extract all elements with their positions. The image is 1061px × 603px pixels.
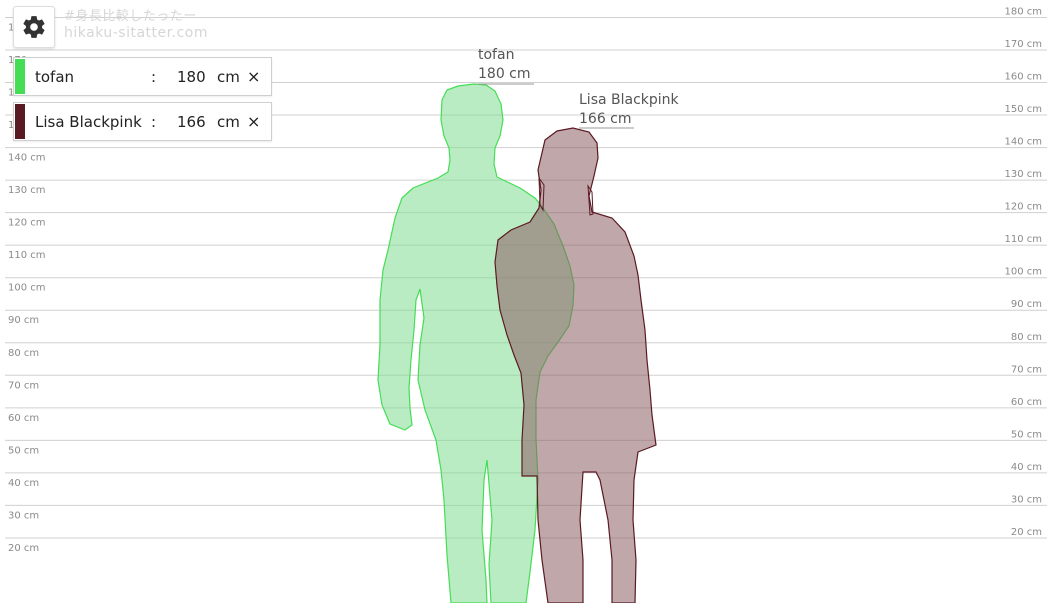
tick-label-right-20: 20 cm (1011, 527, 1042, 538)
tick-label-left-80: 80 cm (8, 348, 39, 359)
tick-label-left-130: 130 cm (8, 185, 46, 196)
entry-name-tofan[interactable]: tofan (35, 68, 74, 86)
tick-label-right-40: 40 cm (1011, 462, 1042, 473)
logo-title: #身長比較したったー (64, 9, 197, 24)
tick-label-left-90: 90 cm (8, 315, 39, 326)
color-swatch-tofan[interactable] (15, 59, 25, 94)
tick-label-right-60: 60 cm (1011, 397, 1042, 408)
tick-label-left-120: 120 cm (8, 218, 46, 229)
entry-height-tofan[interactable]: 180 (177, 68, 206, 86)
tick-label-left-60: 60 cm (8, 413, 39, 424)
tick-label-right-170: 170 cm (1004, 39, 1042, 50)
entry-lisa-blackpink[interactable]: Lisa Blackpink : 166 cm × (13, 102, 272, 141)
tick-label-right-80: 80 cm (1011, 332, 1042, 343)
entry-unit: cm (217, 68, 240, 86)
height-comparison-stage: 20 cm 20 cm 30 cm 30 cm 40 cm 40 cm 50 cm 50 cm… (0, 0, 1061, 603)
tick-label-left-20: 20 cm (8, 543, 39, 554)
settings-button[interactable] (13, 6, 55, 48)
tick-label-right-90: 90 cm (1011, 299, 1042, 310)
tick-label-right-160: 160 cm (1004, 72, 1042, 83)
tick-label-left-70: 70 cm (8, 380, 39, 391)
tick-label-left-140: 140 cm (8, 153, 46, 164)
tick-label-left-190: 190 cm (8, 0, 46, 1)
close-icon[interactable]: × (247, 112, 260, 131)
label-lisa-height: 166 cm (579, 111, 632, 127)
tick-label-left-110: 110 cm (8, 250, 46, 261)
tick-label-right-110: 110 cm (1004, 234, 1042, 245)
tick-label-left-30: 30 cm (8, 510, 39, 521)
tick-label-left-40: 40 cm (8, 478, 39, 489)
tick-label-right-70: 70 cm (1011, 364, 1042, 375)
entry-tofan[interactable]: tofan : 180 cm × (13, 57, 272, 96)
entry-separator: : (151, 113, 157, 131)
tick-label-right-30: 30 cm (1011, 494, 1042, 505)
tick-label-left-100: 100 cm (8, 283, 46, 294)
tick-label-right-150: 150 cm (1004, 104, 1042, 115)
gear-icon (23, 16, 45, 38)
label-tofan: tofan 180 cm (478, 47, 534, 85)
tick-label-right-100: 100 cm (1004, 267, 1042, 278)
color-swatch-lisa-blackpink[interactable] (15, 104, 25, 139)
close-icon[interactable]: × (247, 67, 260, 86)
tick-label-left-50: 50 cm (8, 445, 39, 456)
tick-label-right-50: 50 cm (1011, 429, 1042, 440)
entry-height-lisa-blackpink[interactable]: 166 (177, 113, 206, 131)
entry-separator: : (151, 68, 157, 86)
label-tofan-height: 180 cm (478, 66, 531, 82)
label-lisa-name: Lisa Blackpink (579, 92, 680, 108)
tick-label-right-140: 140 cm (1004, 137, 1042, 148)
entry-name-lisa-blackpink[interactable]: Lisa Blackpink (35, 113, 142, 131)
entry-unit: cm (217, 113, 240, 131)
label-tofan-name: tofan (478, 47, 514, 63)
tick-label-right-130: 130 cm (1004, 169, 1042, 180)
site-logo: #身長比較したったー hikaku-sitatter.com (64, 8, 208, 42)
logo-url: hikaku-sitatter.com (64, 25, 208, 41)
tick-label-right-120: 120 cm (1004, 202, 1042, 213)
label-lisa-blackpink: Lisa Blackpink 166 cm (579, 92, 680, 129)
tick-label-right-180: 180 cm (1004, 6, 1042, 17)
